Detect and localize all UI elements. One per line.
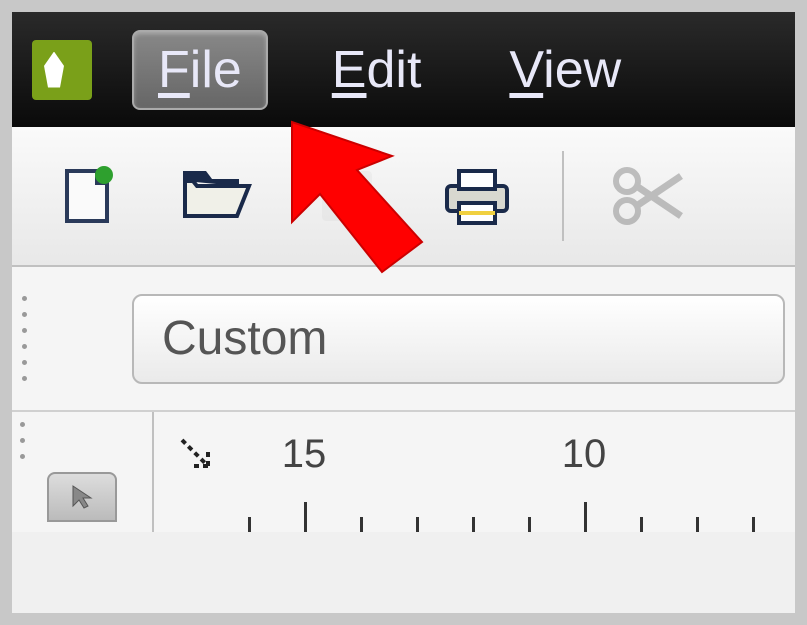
menu-view-rest: iew [543,41,621,99]
save-icon [312,161,382,231]
menu-bar: File Edit View [12,12,795,127]
print-button[interactable] [432,151,522,241]
paper-size-dropdown[interactable]: Custom [132,294,785,384]
cut-button[interactable] [604,151,694,241]
folder-open-icon [177,161,257,231]
dropdown-selected-label: Custom [162,311,327,366]
ruler-corner-button[interactable] [47,472,117,522]
menu-file-mnemonic: F [158,41,190,99]
ruler-corner [12,412,152,532]
control-bar: Custom [12,267,795,412]
menu-view[interactable]: View [485,32,645,108]
open-button[interactable] [172,151,262,241]
app-window: File Edit View [12,12,795,613]
ruler-labels: 15 10 [154,432,795,472]
toolbar-divider [562,151,564,241]
new-document-button[interactable] [42,151,132,241]
ruler-row: 15 10 [12,412,795,532]
ruler-label-10: 10 [562,432,607,477]
pointer-icon [67,482,97,512]
menu-edit[interactable]: Edit [308,32,446,108]
ruler-label-15: 15 [282,432,327,477]
menu-file[interactable]: File [132,30,268,110]
menu-view-mnemonic: V [509,41,543,99]
horizontal-ruler[interactable]: 15 10 [152,412,795,532]
scissors-icon [609,161,689,231]
ruler-ticks [154,492,795,532]
toolbar [12,127,795,267]
app-logo-icon [32,40,92,100]
grip-dots-2 [20,422,25,459]
menu-edit-rest: dit [366,41,421,99]
new-document-icon [52,161,122,231]
grip-dots [22,296,52,381]
save-button[interactable] [302,151,392,241]
menu-file-rest: ile [190,41,242,99]
printer-icon [437,161,517,231]
menu-edit-mnemonic: E [332,41,367,99]
